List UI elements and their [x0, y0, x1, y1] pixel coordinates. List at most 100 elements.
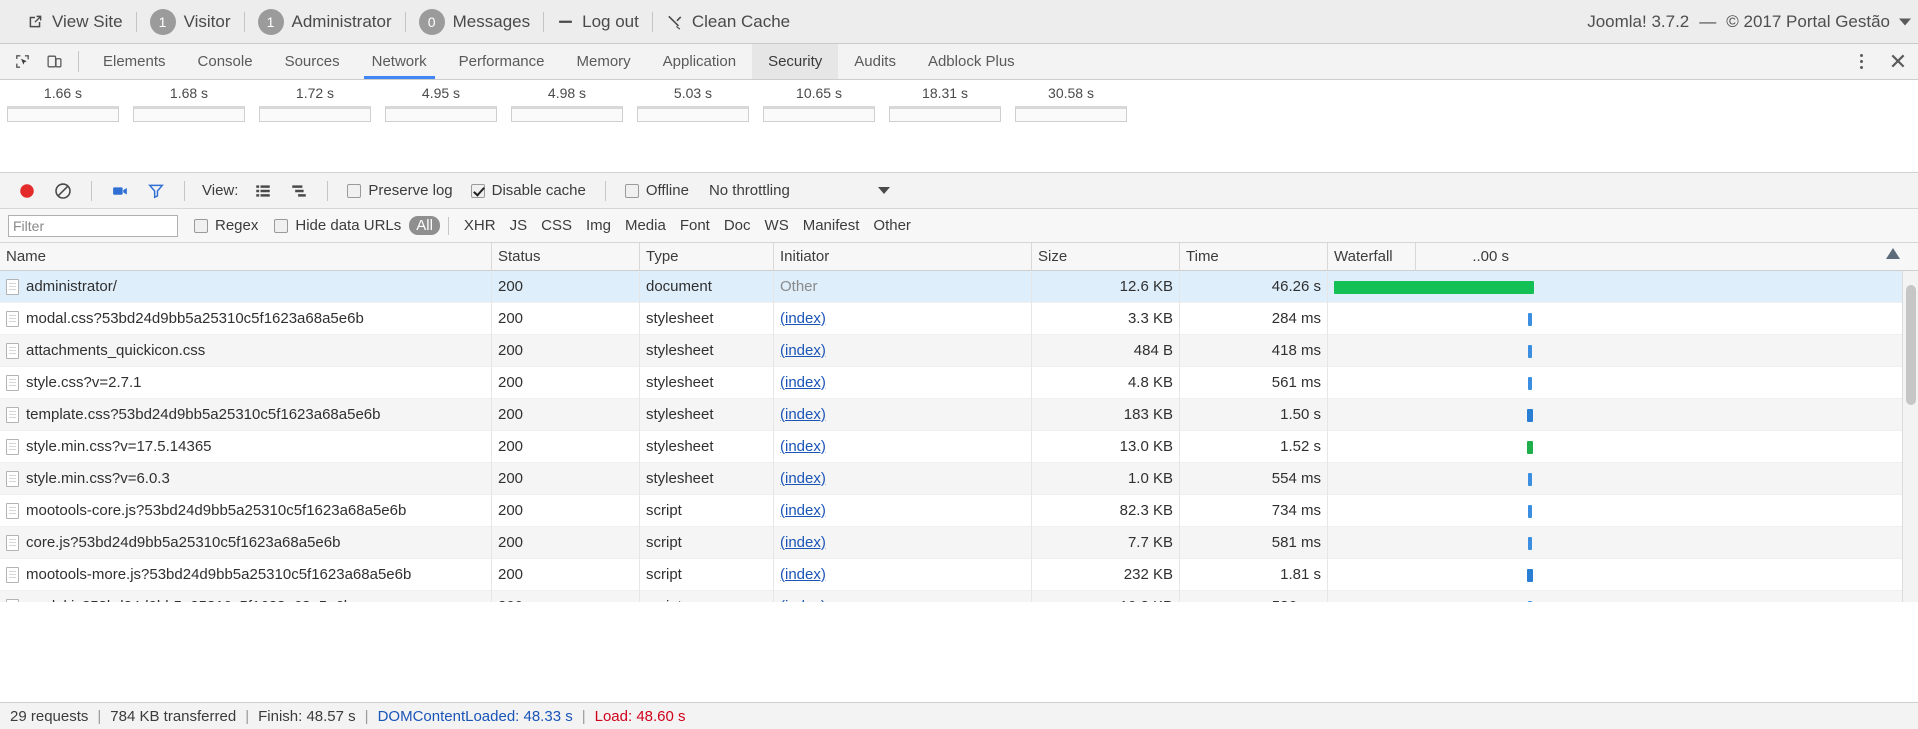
device-toolbar-icon[interactable] — [38, 44, 70, 79]
filmstrip-thumbnail[interactable] — [889, 106, 1001, 122]
joomla-clean-cache-button[interactable]: Clean Cache — [653, 12, 803, 32]
tab-memory[interactable]: Memory — [561, 44, 647, 79]
joomla-visitor-item[interactable]: 1 Visitor — [137, 8, 244, 35]
cell-initiator[interactable]: (index) — [774, 462, 1032, 495]
filter-type-ws[interactable]: WS — [758, 217, 796, 234]
filter-type-manifest[interactable]: Manifest — [796, 217, 867, 234]
filmstrip-thumbnail[interactable] — [7, 106, 119, 122]
filter-type-xhr[interactable]: XHR — [457, 217, 503, 234]
cell-initiator[interactable]: (index) — [774, 526, 1032, 559]
table-row[interactable]: style.css?v=2.7.1 200 stylesheet (index)… — [0, 366, 1918, 399]
table-body-scroll[interactable]: administrator/ 200 document Other 12.6 K… — [0, 271, 1918, 602]
column-header-name[interactable]: Name — [0, 242, 492, 271]
table-row[interactable]: attachments_quickicon.css 200 stylesheet… — [0, 334, 1918, 367]
filmstrip-thumbnail[interactable] — [259, 106, 371, 122]
cell-initiator[interactable]: (index) — [774, 558, 1032, 591]
column-header-time[interactable]: Time — [1180, 242, 1328, 271]
filter-type-font[interactable]: Font — [673, 217, 717, 234]
caret-down-icon[interactable] — [877, 187, 890, 194]
filmstrip-frame[interactable]: 5.03 s — [637, 80, 749, 122]
tab-performance[interactable]: Performance — [443, 44, 561, 79]
joomla-view-site-link[interactable]: View Site — [14, 12, 136, 32]
filmstrip-frame[interactable]: 1.66 s — [7, 80, 119, 122]
tab-console[interactable]: Console — [182, 44, 269, 79]
initiator-link[interactable]: (index) — [780, 342, 826, 359]
tab-sources[interactable]: Sources — [269, 44, 356, 79]
table-row[interactable]: core.js?53bd24d9bb5a25310c5f1623a68a5e6b… — [0, 526, 1918, 559]
tab-security[interactable]: Security — [752, 44, 839, 79]
filmstrip-thumbnail[interactable] — [637, 106, 749, 122]
filter-type-doc[interactable]: Doc — [717, 217, 758, 234]
hide-data-urls-checkbox[interactable]: Hide data URLs — [266, 217, 409, 234]
tab-network[interactable]: Network — [356, 44, 443, 79]
initiator-link[interactable]: (index) — [780, 310, 826, 327]
filmstrip-thumbnail[interactable] — [385, 106, 497, 122]
filmstrip-camera-icon[interactable] — [103, 174, 137, 208]
initiator-link[interactable]: (index) — [780, 534, 826, 551]
joomla-logout-button[interactable]: Log out — [544, 12, 652, 32]
column-header-status[interactable]: Status — [492, 242, 640, 271]
table-row[interactable]: modal.css?53bd24d9bb5a25310c5f1623a68a5e… — [0, 302, 1918, 335]
tab-elements[interactable]: Elements — [87, 44, 182, 79]
column-header-size[interactable]: Size — [1032, 242, 1180, 271]
cell-initiator[interactable]: (index) — [774, 494, 1032, 527]
column-header-waterfall[interactable]: Waterfall — [1328, 242, 1416, 271]
filter-type-other[interactable]: Other — [866, 217, 918, 234]
more-vertical-icon[interactable] — [1844, 54, 1878, 69]
filmstrip-frame[interactable]: 1.68 s — [133, 80, 245, 122]
cell-name[interactable]: modal.css?53bd24d9bb5a25310c5f1623a68a5e… — [0, 302, 492, 335]
caret-down-icon[interactable] — [1899, 18, 1911, 25]
filter-type-img[interactable]: Img — [579, 217, 618, 234]
filmstrip-frame[interactable]: 18.31 s — [889, 80, 1001, 122]
cell-initiator[interactable]: (index) — [774, 590, 1032, 603]
filter-input[interactable] — [8, 214, 178, 237]
initiator-link[interactable]: (index) — [780, 598, 826, 603]
inspect-element-icon[interactable] — [6, 44, 38, 79]
cell-name[interactable]: mootools-more.js?53bd24d9bb5a25310c5f162… — [0, 558, 492, 591]
offline-checkbox[interactable]: Offline — [617, 182, 697, 199]
tab-adblock-plus[interactable]: Adblock Plus — [912, 44, 1031, 79]
initiator-link[interactable]: (index) — [780, 374, 826, 391]
column-header-type[interactable]: Type — [640, 242, 774, 271]
cell-name[interactable]: administrator/ — [0, 271, 492, 303]
cell-initiator[interactable]: (index) — [774, 366, 1032, 399]
disable-cache-checkbox[interactable]: Disable cache — [463, 182, 594, 199]
cell-name[interactable]: template.css?53bd24d9bb5a25310c5f1623a68… — [0, 398, 492, 431]
cell-initiator[interactable]: (index) — [774, 430, 1032, 463]
cell-name[interactable]: style.min.css?v=6.0.3 — [0, 462, 492, 495]
filter-type-js[interactable]: JS — [503, 217, 535, 234]
table-row[interactable]: administrator/ 200 document Other 12.6 K… — [0, 271, 1918, 303]
initiator-link[interactable]: (index) — [780, 406, 826, 423]
table-row[interactable]: template.css?53bd24d9bb5a25310c5f1623a68… — [0, 398, 1918, 431]
initiator-link[interactable]: (index) — [780, 438, 826, 455]
cell-initiator[interactable]: (index) — [774, 334, 1032, 367]
filmstrip-frame[interactable]: 1.72 s — [259, 80, 371, 122]
filmstrip-frame[interactable]: 4.95 s — [385, 80, 497, 122]
record-circle-icon[interactable] — [10, 174, 44, 208]
list-view-icon[interactable] — [246, 174, 280, 208]
close-icon[interactable]: ✕ — [1878, 50, 1918, 73]
filter-type-media[interactable]: Media — [618, 217, 673, 234]
regex-checkbox[interactable]: Regex — [186, 217, 266, 234]
cell-name[interactable]: attachments_quickicon.css — [0, 334, 492, 367]
throttling-select[interactable]: No throttling — [699, 182, 796, 199]
filmstrip-thumbnail[interactable] — [511, 106, 623, 122]
cell-name[interactable]: mootools-core.js?53bd24d9bb5a25310c5f162… — [0, 494, 492, 527]
column-header-initiator[interactable]: Initiator — [774, 242, 1032, 271]
joomla-administrator-item[interactable]: 1 Administrator — [245, 8, 405, 35]
filmstrip-frame[interactable]: 30.58 s — [1015, 80, 1127, 122]
tab-application[interactable]: Application — [647, 44, 752, 79]
cell-initiator[interactable]: (index) — [774, 398, 1032, 431]
filter-type-all[interactable]: All — [409, 216, 440, 235]
filmstrip-frame[interactable]: 4.98 s — [511, 80, 623, 122]
filter-type-css[interactable]: CSS — [534, 217, 579, 234]
cell-name[interactable]: style.css?v=2.7.1 — [0, 366, 492, 399]
initiator-link[interactable]: (index) — [780, 470, 826, 487]
filmstrip-thumbnail[interactable] — [1015, 106, 1127, 122]
joomla-messages-item[interactable]: 0 Messages — [406, 8, 543, 35]
cell-name[interactable]: core.js?53bd24d9bb5a25310c5f1623a68a5e6b — [0, 526, 492, 559]
table-row[interactable]: mootools-more.js?53bd24d9bb5a25310c5f162… — [0, 558, 1918, 591]
tab-audits[interactable]: Audits — [838, 44, 912, 79]
initiator-link[interactable]: (index) — [780, 502, 826, 519]
preserve-log-checkbox[interactable]: Preserve log — [339, 182, 460, 199]
